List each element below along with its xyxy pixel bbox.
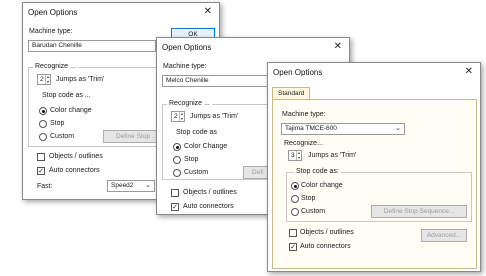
recognize-label: Recognize ... xyxy=(167,100,212,107)
title-bar[interactable]: Open Options ✕ xyxy=(157,38,349,58)
stop-label: Stop xyxy=(184,156,199,163)
jumps-value: 2 xyxy=(174,113,178,120)
tab-standard[interactable]: Standard xyxy=(272,87,311,99)
jumps-spinbox[interactable]: 2 ▲ ▼ xyxy=(171,111,185,122)
color-change-label: Color change xyxy=(50,107,92,114)
custom-radio[interactable] xyxy=(39,133,47,141)
recognize-label: Recognize... xyxy=(284,140,323,147)
machine-type-label: Machine type: xyxy=(163,63,207,70)
auto-connectors-label: Auto connectors xyxy=(49,167,100,174)
dialog-title: Open Options xyxy=(28,8,78,17)
auto-connectors-label: Auto connectors xyxy=(300,243,351,250)
machine-type-value: Melco Chenille xyxy=(166,77,209,84)
machine-type-select[interactable]: Tajima TMCE-600 ⌄ xyxy=(281,123,405,135)
stop-radio[interactable] xyxy=(39,120,47,128)
jumps-value: 3 xyxy=(291,152,295,159)
spin-arrows-icon[interactable]: ▲ ▼ xyxy=(296,151,301,160)
fast-label: Fast: xyxy=(37,183,53,190)
close-icon[interactable]: ✕ xyxy=(334,42,342,52)
jumps-value: 2 xyxy=(40,76,44,83)
objects-outlines-label: Objects / outlines xyxy=(49,153,103,160)
stop-label: Stop xyxy=(301,195,316,202)
custom-radio[interactable] xyxy=(173,169,181,177)
objects-outlines-checkbox[interactable] xyxy=(37,153,45,161)
define-stop-sequence-button[interactable]: Define Stop Sequence... xyxy=(371,205,467,218)
dialog-tajima: Open Options ✕ Standard Machine type: Ta… xyxy=(267,62,481,272)
custom-label: Custom xyxy=(50,133,75,140)
machine-type-label: Machine type: xyxy=(282,111,326,118)
jumps-spinbox[interactable]: 3 ▲ ▼ xyxy=(288,150,302,161)
color-change-radio[interactable] xyxy=(39,107,47,115)
auto-connectors-checkbox[interactable]: ✓ xyxy=(289,243,297,251)
jumps-spinbox[interactable]: 2 ▲ ▼ xyxy=(37,74,51,85)
objects-outlines-label: Objects / outlines xyxy=(183,189,237,196)
custom-label: Custom xyxy=(301,208,326,215)
stop-label: Stop xyxy=(50,120,65,127)
objects-outlines-checkbox[interactable] xyxy=(289,229,297,237)
auto-connectors-checkbox[interactable]: ✓ xyxy=(37,167,45,175)
stop-radio[interactable] xyxy=(173,156,181,164)
color-change-radio[interactable] xyxy=(291,182,299,190)
machine-type-value: Tajima TMCE-600 xyxy=(285,125,337,132)
auto-connectors-label: Auto connectors xyxy=(183,203,234,210)
jumps-label: Jumps as 'Trim' xyxy=(56,76,105,83)
title-bar[interactable]: Open Options ✕ xyxy=(268,63,480,83)
stop-code-label: Stop code as: xyxy=(294,168,341,175)
dialog-title: Open Options xyxy=(273,68,323,77)
color-change-label: Color Change xyxy=(184,143,228,150)
machine-type-select[interactable]: Barudan Chenille xyxy=(28,40,156,52)
auto-connectors-checkbox[interactable]: ✓ xyxy=(171,203,179,211)
stop-radio[interactable] xyxy=(291,195,299,203)
recognize-label: Recognize ... xyxy=(33,63,78,70)
objects-outlines-checkbox[interactable] xyxy=(171,189,179,197)
stop-code-label: Stop code as xyxy=(176,129,217,136)
fast-select[interactable]: Speed2 ⌄ xyxy=(107,180,155,192)
color-change-radio[interactable] xyxy=(173,143,181,151)
custom-label: Custom xyxy=(184,169,209,176)
machine-type-select[interactable]: Melco Chenille xyxy=(162,75,282,87)
define-stop-button[interactable]: Define Stop ... xyxy=(103,130,159,143)
jumps-label: Jumps as 'Trim' xyxy=(190,113,239,120)
jumps-label: Jumps as 'Trim' xyxy=(308,152,357,159)
fast-value: Speed2 xyxy=(111,182,134,189)
dialog-title: Open Options xyxy=(162,43,212,52)
spin-arrows-icon[interactable]: ▲ ▼ xyxy=(45,75,50,84)
objects-outlines-label: Objects / outlines xyxy=(300,229,354,236)
color-change-label: Color change xyxy=(301,182,343,189)
close-icon[interactable]: ✕ xyxy=(204,7,212,17)
close-icon[interactable]: ✕ xyxy=(465,67,473,77)
chevron-down-icon: ⌄ xyxy=(145,182,151,189)
spin-arrows-icon[interactable]: ▲ ▼ xyxy=(179,112,184,121)
advanced-button[interactable]: Advanced... xyxy=(421,229,467,242)
stop-code-label: Stop code as ... xyxy=(42,92,91,99)
chevron-down-icon: ⌄ xyxy=(395,125,401,132)
machine-type-value: Barudan Chenille xyxy=(32,42,82,49)
custom-radio[interactable] xyxy=(291,208,299,216)
machine-type-label: Machine type: xyxy=(29,28,73,35)
title-bar[interactable]: Open Options ✕ xyxy=(23,3,219,23)
